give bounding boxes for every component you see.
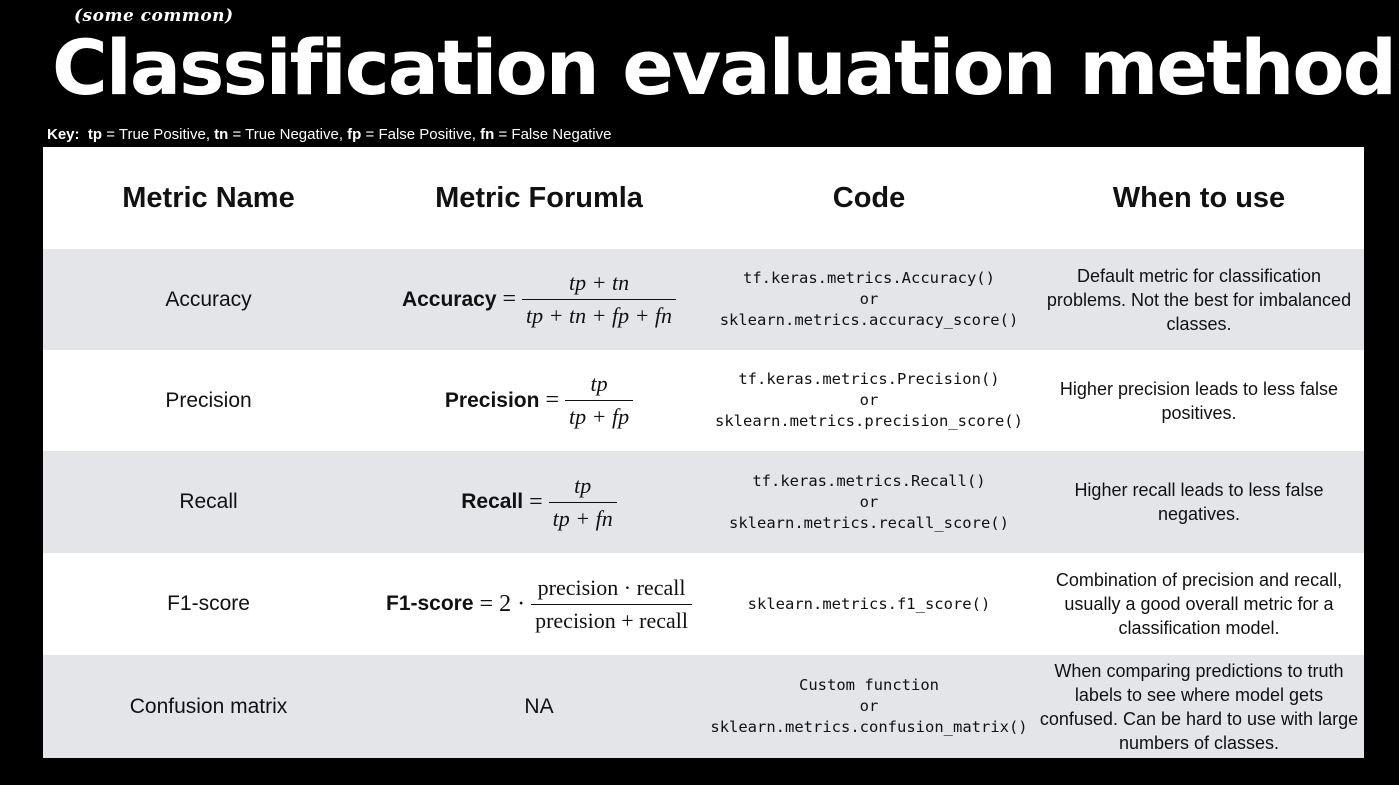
key-text-fn: = False Negative [494,126,612,143]
table-row-recall-code: tf.keras.metrics.Recall() or sklearn.met… [704,451,1034,553]
formula-label: Precision [444,388,540,412]
formula-label: Recall [461,490,524,513]
table-row-precision-name: Precision [165,388,252,412]
formula-equals: = [479,590,494,617]
page-title: Classification evaluation methods [52,23,1399,112]
table-row-confusion-formula: NA [374,655,704,758]
code-line: sklearn.metrics.recall_score() [729,513,1009,532]
key-label: Key: [47,126,80,143]
code-line: or [859,391,879,409]
key-abbr-fp: fp [347,126,362,143]
formula-fraction: precision · recall precision + recall [531,574,692,635]
table-row-f1-name: F1-score [167,592,250,615]
key-abbr-fn: fn [480,126,495,143]
code-line: tf.keras.metrics.Precision() [738,370,1000,388]
formula-numerator: tp [590,371,608,396]
key-legend: Key: tp = True Positive, tn = True Negat… [47,126,611,143]
key-abbr-tp: tp [87,126,103,143]
table-row-accuracy-when: Default metric for classification proble… [1034,249,1364,350]
column-header-when-to-use: When to use [1112,181,1286,214]
formula-equals: = [502,286,517,312]
formula-label: Accuracy [401,287,497,311]
formula-denominator: tp + fp [565,400,634,431]
table-row-precision-when: Higher precision leads to less false pos… [1059,378,1339,423]
column-header-code: Code [832,181,906,214]
table-row-recall-name: Recall [43,451,374,553]
formula-prefix: 2 · [499,590,526,617]
table-row-accuracy-name: Accuracy [43,249,374,350]
formula-label: F1-score [386,592,474,615]
column-header-metric-formula: Metric Forumla [435,181,643,214]
formula-equals: = [529,488,543,515]
code-line: Custom function [799,676,939,694]
formula-fraction: tp + tn tp + tn + fp + fn [522,269,677,330]
code-line: or [859,290,879,308]
code-line: sklearn.metrics.f1_score() [747,594,991,613]
formula-denominator: tp + fn [548,501,617,533]
formula-denominator: precision + recall [531,603,692,635]
table-row-f1-formula: F1-score = 2 · precision · recall precis… [374,553,704,655]
table-row-precision-formula: Precision = tp tp + fp [374,350,704,451]
code-line: tf.keras.metrics.Accuracy() [743,269,995,287]
formula-denominator: tp + tn + fp + fn [522,299,677,330]
column-header-metric-name: Metric Name [122,181,295,214]
table-row-accuracy-code: tf.keras.metrics.Accuracy() or sklearn.m… [704,249,1034,350]
code-line: sklearn.metrics.confusion_matrix() [710,718,1028,736]
table-row-confusion-name: Confusion matrix [43,655,374,758]
table-row-precision-code: tf.keras.metrics.Precision() or sklearn.… [704,350,1034,451]
formula-fraction: tp tp + fp [565,370,634,431]
table-row-recall-when: Higher recall leads to less false negati… [1034,451,1364,553]
key-abbr-tn: tn [214,126,229,143]
table-row-f1-code: sklearn.metrics.f1_score() [704,553,1034,655]
key-text-tn: = True Negative, [228,126,348,143]
code-line: sklearn.metrics.accuracy_score() [719,311,1019,329]
table-row-accuracy-formula: Accuracy = tp + tn tp + tn + fp + fn [374,249,704,350]
code-line: sklearn.metrics.precision_score() [715,412,1023,430]
key-text-fp: = False Positive, [361,126,481,143]
formula-fraction: tp tp + fn [548,472,617,533]
table-row-recall-formula: Recall = tp tp + fn [374,451,704,553]
key-text-tp: = True Positive, [102,126,215,143]
formula-numerator: precision · recall [537,574,686,600]
formula-numerator: tp + tn [569,270,630,295]
code-line: tf.keras.metrics.Recall() [752,471,986,490]
table-row-confusion-code: Custom function or sklearn.metrics.confu… [704,655,1034,758]
code-line: or [859,492,879,511]
metrics-table: Metric Name Metric Forumla Code When to … [43,147,1364,758]
formula-numerator: tp [574,472,592,498]
formula-equals: = [545,387,559,413]
table-row-f1-when: Combination of precision and recall, usu… [1055,570,1343,638]
table-row-confusion-when: When comparing predictions to truth labe… [1034,655,1364,758]
code-line: or [859,697,879,715]
